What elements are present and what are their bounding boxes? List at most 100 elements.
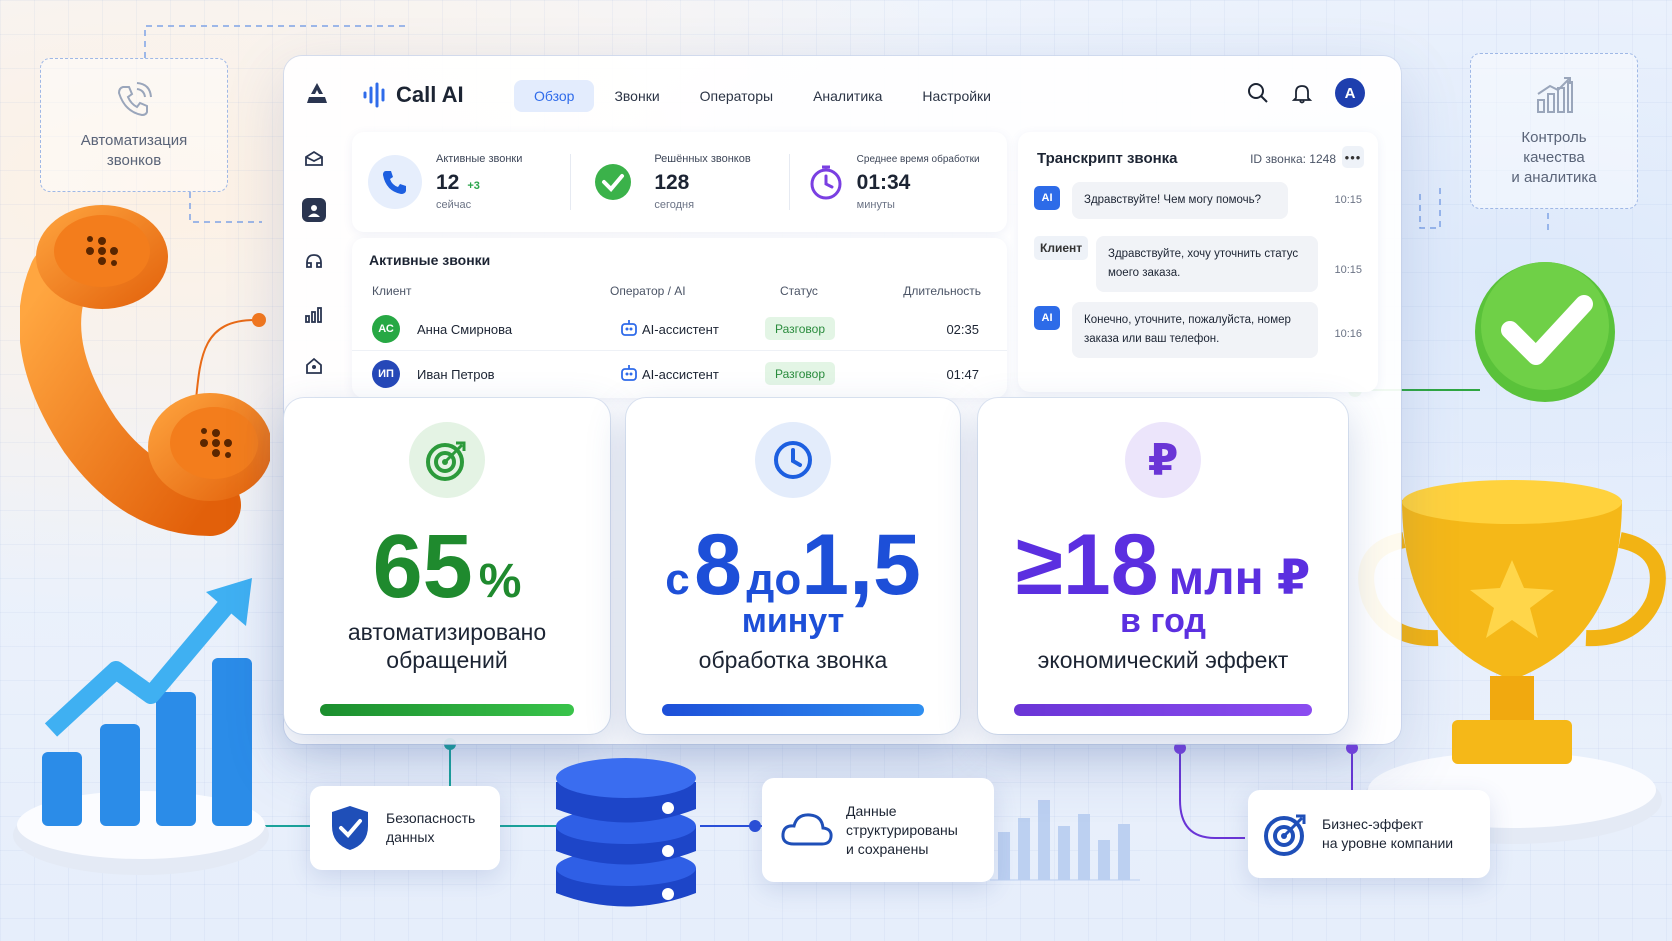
metric-line2: в год xyxy=(1120,602,1206,640)
home-user-icon xyxy=(306,357,322,374)
speaker-badge: Клиент xyxy=(1034,236,1089,260)
stat-sub: сегодня xyxy=(654,199,695,211)
nav-inbox[interactable] xyxy=(302,146,326,170)
client-name: Анна Смирнова xyxy=(417,322,513,337)
business-label: Бизнес-эффект на уровне компании xyxy=(1322,816,1454,851)
header-actions: A xyxy=(1247,78,1365,108)
tab-settings[interactable]: Настройки xyxy=(902,80,1011,112)
phone-wave-icon xyxy=(117,82,152,117)
metric-desc-1: автоматизировано xyxy=(347,619,547,645)
inbox-icon xyxy=(305,150,323,166)
stat-resolved-calls: Решённых звонков 128 сегодня xyxy=(570,132,788,232)
quality-label: Контроль качества и аналитика xyxy=(1511,129,1597,186)
operator-name: AI-ассистент xyxy=(642,367,719,382)
metric-economic-effect: ₽ ≥18 млн ₽ в год экономический эффект xyxy=(978,398,1348,734)
stat-label: Активные звонки xyxy=(436,153,523,165)
avatar: АС xyxy=(372,315,400,343)
metric-desc-1: экономический эффект xyxy=(1037,647,1289,673)
robot-icon xyxy=(621,365,637,381)
stat-label: Среднее время обработки xyxy=(856,153,980,165)
nav-contacts[interactable] xyxy=(302,198,326,222)
transcript-panel: Транскрипт звонка ID звонка: 1248 ••• AI… xyxy=(1018,132,1378,392)
column-header[interactable]: Статус xyxy=(780,284,818,298)
data-storage-node: Данные структурированы и сохранены xyxy=(762,778,994,882)
speaker-badge: AI xyxy=(1034,186,1060,210)
sound-wave-icon xyxy=(363,82,385,108)
table-row[interactable]: ИП Иван Петров AI-ассистент Разговор 01:… xyxy=(352,350,1007,394)
transcript-title: Транскрипт звонка xyxy=(1037,150,1178,167)
tab-calls[interactable]: Звонки xyxy=(594,80,679,112)
table-row[interactable]: АС Анна Смирнова AI-ассистент Разговор 0… xyxy=(352,306,1007,350)
table-title: Активные звонки xyxy=(369,252,491,268)
target-icon xyxy=(409,422,485,498)
chat-message: Клиент Здравствуйте, хочу уточнить стату… xyxy=(1034,236,1364,292)
column-header[interactable]: Длительность xyxy=(903,284,981,298)
metric-value: 65% xyxy=(372,517,522,617)
stat-active-calls: Активные звонки 12 +3 сейчас xyxy=(352,132,570,232)
phone-handset-icon xyxy=(20,205,270,536)
side-nav xyxy=(300,146,328,378)
stats-bar: Активные звонки 12 +3 сейчас Решённых зво… xyxy=(352,132,1007,232)
message-text: Конечно, уточните, пожалуйста, номер зак… xyxy=(1072,302,1318,358)
database-icon xyxy=(556,758,696,907)
search-icon[interactable] xyxy=(1247,82,1269,104)
active-calls-table: Активные звонки Клиент Оператор / AI Ста… xyxy=(352,238,1007,398)
client-name: Иван Петров xyxy=(417,367,495,382)
growth-chart-icon xyxy=(13,578,269,875)
security-node: Безопасность данных xyxy=(310,786,500,870)
app-name: Call AI xyxy=(396,82,464,107)
metric-automation: 65% автоматизировано обращений xyxy=(284,398,610,734)
tab-overview[interactable]: Обзор xyxy=(514,80,595,112)
shield-check-icon xyxy=(332,806,368,850)
main-tabs: Обзор Звонки Операторы Аналитика Настрой… xyxy=(514,80,1011,112)
nav-analytics[interactable] xyxy=(302,302,326,326)
stat-avg-time: Среднее время обработки 01:34 минуты xyxy=(788,132,1007,232)
message-time: 10:16 xyxy=(1334,328,1362,340)
phone-icon xyxy=(368,155,422,209)
data-storage-label: Данные структурированы и сохранены xyxy=(846,802,958,857)
security-label: Безопасность данных xyxy=(386,810,476,845)
check-badge-icon xyxy=(1475,262,1615,402)
metric-handling-time: с 8 до1,5 минут обработка звонка xyxy=(626,398,960,734)
message-time: 10:15 xyxy=(1334,264,1362,276)
quality-card: Контроль качества и аналитика xyxy=(1470,53,1638,209)
brand[interactable]: Call AI xyxy=(362,82,464,108)
bar-chart-icon xyxy=(1537,77,1573,113)
metric-line2: минут xyxy=(741,602,845,640)
call-duration: 02:35 xyxy=(946,322,979,337)
message-time: 10:15 xyxy=(1334,194,1362,206)
user-icon xyxy=(308,205,320,217)
target-arrow-icon xyxy=(1264,814,1306,856)
background-bar-chart xyxy=(990,800,1140,881)
call-id: ID звонка: 1248 xyxy=(1250,152,1336,166)
nav-chat[interactable] xyxy=(302,250,326,274)
metric-desc-2: обращений xyxy=(386,647,508,673)
business-node: Бизнес-эффект на уровне компании xyxy=(1248,790,1490,878)
column-header[interactable]: Оператор / AI xyxy=(610,284,686,298)
message-text: Здравствуйте! Чем могу помочь? xyxy=(1072,182,1288,219)
timer-icon xyxy=(805,155,847,209)
automation-label: Автоматизация звонков xyxy=(80,132,188,169)
check-circle-icon xyxy=(586,155,640,209)
more-button[interactable]: ••• xyxy=(1342,146,1364,168)
progress-bar xyxy=(320,704,574,716)
column-header[interactable]: Клиент xyxy=(372,284,412,298)
tab-operators[interactable]: Операторы xyxy=(680,80,793,112)
nav-settings[interactable] xyxy=(302,354,326,378)
metric-value: ≥18 млн ₽ xyxy=(1015,517,1311,613)
stat-delta: +3 xyxy=(467,180,480,192)
app-logo-icon[interactable] xyxy=(306,82,328,104)
metric-desc-1: обработка звонка xyxy=(698,647,888,673)
automation-card: Автоматизация звонков xyxy=(40,58,228,192)
chat-message: AI Конечно, уточните, пожалуйста, номер … xyxy=(1034,302,1364,362)
status-badge: Разговор xyxy=(765,362,836,385)
ruble-icon: ₽ xyxy=(1125,422,1201,498)
stat-value: 01:34 xyxy=(856,170,911,194)
speaker-badge: AI xyxy=(1034,306,1060,330)
progress-bar xyxy=(1014,704,1312,716)
bell-icon[interactable] xyxy=(1291,82,1313,104)
chart-icon xyxy=(305,307,322,323)
tab-analytics[interactable]: Аналитика xyxy=(793,80,902,112)
call-duration: 01:47 xyxy=(946,367,979,382)
user-avatar[interactable]: A xyxy=(1335,78,1365,108)
